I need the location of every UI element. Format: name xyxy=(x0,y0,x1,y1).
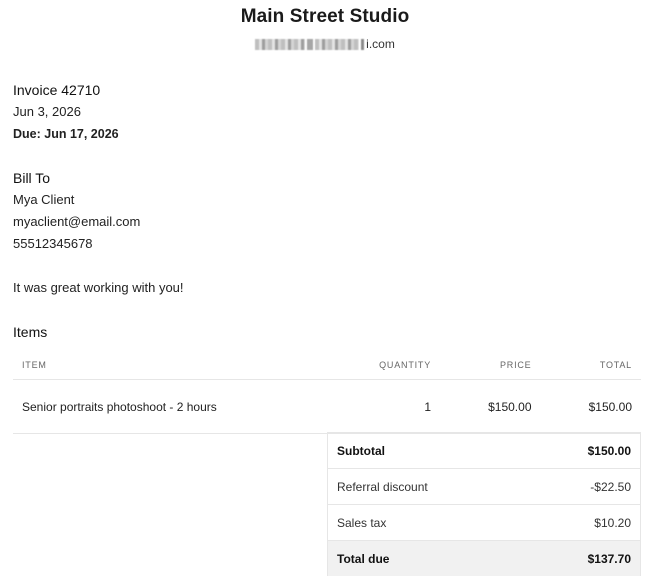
column-header-total: TOTAL xyxy=(540,350,641,380)
client-email[interactable]: myaclient@email.com xyxy=(13,211,140,233)
items-table: ITEM QUANTITY PRICE TOTAL Senior portrai… xyxy=(13,350,641,434)
bill-to-heading: Bill To xyxy=(13,170,51,186)
invoice-header: Main Street Studio i.com xyxy=(0,0,650,51)
item-total: $150.00 xyxy=(540,379,641,434)
invoice-due-date: Due: Jun 17, 2026 xyxy=(13,127,119,141)
table-row: Senior portraits photoshoot - 2 hours 1 … xyxy=(13,379,641,434)
client-phone[interactable]: 55512345678 xyxy=(13,233,140,255)
discount-label: Referral discount xyxy=(327,468,528,505)
studio-name: Main Street Studio xyxy=(240,6,410,27)
subtotal-row: Subtotal $150.00 xyxy=(327,432,642,469)
invoice-title: Invoice 42710 xyxy=(13,82,101,98)
total-due-row: Total due $137.70 xyxy=(327,540,642,576)
column-header-item: ITEM xyxy=(13,350,359,380)
items-header-row: ITEM QUANTITY PRICE TOTAL xyxy=(13,350,641,380)
redacted-email-part xyxy=(315,38,360,50)
invoice-message: It was great working with you! xyxy=(13,280,184,295)
client-name: Mya Client xyxy=(13,192,75,207)
tax-label: Sales tax xyxy=(327,504,528,541)
column-header-price: PRICE xyxy=(440,350,541,380)
item-price: $150.00 xyxy=(440,379,541,434)
redacted-email-part xyxy=(255,38,306,50)
tax-row: Sales tax $10.20 xyxy=(327,504,642,541)
total-due-label: Total due xyxy=(327,540,528,576)
redacted-email-part xyxy=(307,38,314,50)
column-header-quantity: QUANTITY xyxy=(358,350,441,380)
invoice-info: Invoice 42710 Jun 3, 2026 Due: Jun 17, 2… xyxy=(13,79,119,145)
subtotal-label: Subtotal xyxy=(327,432,528,469)
discount-value: -$22.50 xyxy=(527,468,642,505)
item-quantity: 1 xyxy=(358,379,441,434)
items-heading: Items xyxy=(13,324,48,340)
studio-email[interactable]: i.com xyxy=(0,37,650,51)
subtotal-value: $150.00 xyxy=(527,432,642,469)
tax-value: $10.20 xyxy=(527,504,642,541)
item-description: Senior portraits photoshoot - 2 hours xyxy=(13,379,359,434)
studio-email-domain: i.com xyxy=(366,37,395,51)
redacted-email-part xyxy=(361,38,365,50)
discount-row: Referral discount -$22.50 xyxy=(327,468,642,505)
bill-to: Bill To Mya Client myaclient@email.com 5… xyxy=(13,167,140,255)
invoice-date: Jun 3, 2026 xyxy=(13,104,81,119)
total-due-value: $137.70 xyxy=(527,540,642,576)
totals-table: Subtotal $150.00 Referral discount -$22.… xyxy=(327,432,642,576)
